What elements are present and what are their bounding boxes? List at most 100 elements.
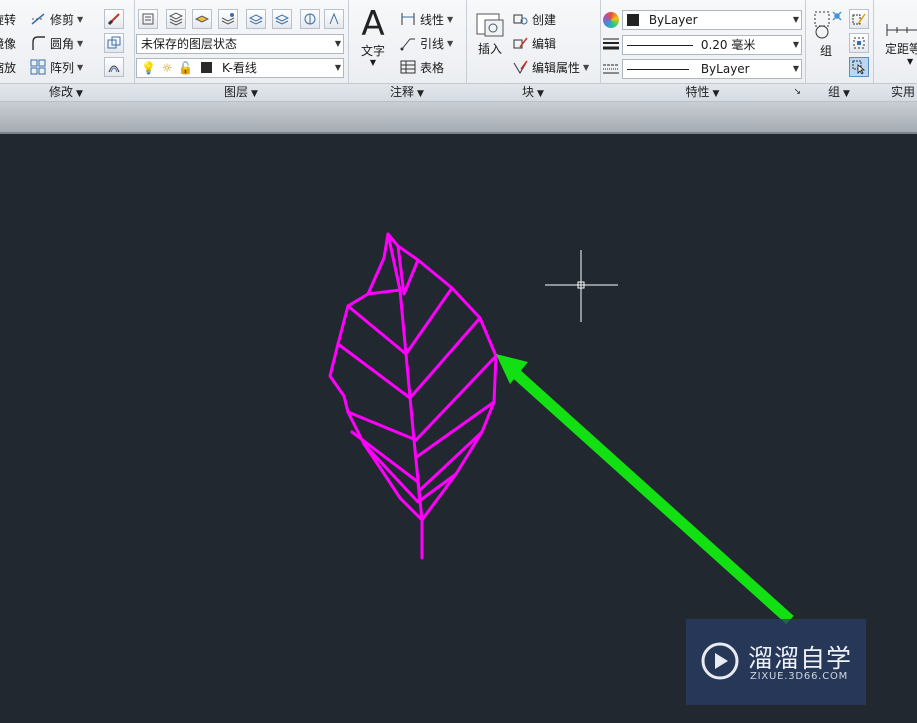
arrow-annotation (496, 354, 794, 625)
annotation-title-label: 注释 (390, 85, 415, 99)
watermark-url: ZIXUE.3D66.COM (750, 671, 849, 682)
watermark-brand: 溜溜自学 (748, 644, 853, 673)
file-tab-strip (0, 102, 917, 134)
offset-icon[interactable] (104, 57, 124, 77)
play-logo-icon (700, 641, 740, 681)
color-value: ByLayer (648, 13, 698, 27)
layer-state-combo[interactable]: 未保存的图层状态 ▼ (136, 34, 344, 54)
layer-off-icon[interactable] (272, 9, 292, 29)
panel-groups-title[interactable]: 组 ▼ (805, 83, 873, 101)
linetype-combo[interactable]: ByLayer ▼ (622, 59, 802, 79)
lightbulb-icon: 💡 (141, 61, 156, 75)
panel-properties-title[interactable]: 特性 ▼ ↘ (600, 83, 805, 101)
edit-label: 编辑 (532, 36, 557, 51)
layer-isolate-icon[interactable] (192, 9, 212, 29)
current-layer-combo[interactable]: 💡 ☼ 🔓 K-看线 ▼ (136, 58, 344, 78)
rotate-label: 旋转 (0, 12, 17, 27)
measure-button[interactable]: 定距等 ▼ (885, 10, 917, 66)
leaf-vein-4 (404, 286, 454, 356)
panel-properties: ByLayer ▼ 0.20 毫米 ▼ ByLayer ▼ 特性 ▼ ↘ (600, 0, 806, 101)
ungroup-icon[interactable] (849, 33, 869, 53)
group-selection-icon[interactable] (849, 57, 869, 77)
edit-attributes-button[interactable]: 编辑属性 ▼ (512, 57, 589, 77)
measure-dropdown-icon: ▼ (907, 57, 914, 66)
utilities-title-label: 实用 (891, 85, 916, 99)
leader-dropdown-icon[interactable]: ▼ (447, 39, 453, 48)
edit-attributes-label: 编辑属性 (532, 60, 581, 75)
panel-layers-title[interactable]: 图层 ▼ (134, 83, 348, 101)
text-dropdown-icon: ▼ (369, 58, 377, 67)
layer-freeze-icon[interactable] (246, 9, 266, 29)
edit-attributes-dropdown-icon[interactable]: ▼ (583, 63, 589, 72)
layer-state-value: 未保存的图层状态 (141, 37, 238, 51)
array-button[interactable]: 阵列 ▼ (30, 57, 83, 77)
lineweight-icon (603, 37, 619, 51)
panel-block: 插入 创建 编辑 编辑属性 ▼ 块 ▼ (466, 0, 601, 101)
panel-utilities: 定距等 ▼ 实用 (873, 0, 917, 101)
panel-utilities-title[interactable]: 实用 (873, 83, 917, 101)
text-label: 文字 (360, 44, 385, 58)
lineweight-value: 0.20 毫米 (700, 38, 756, 52)
layer-state-dropdown-icon: ▼ (334, 39, 341, 48)
lock-open-icon: 🔓 (178, 61, 194, 75)
panel-block-title[interactable]: 块 ▼ (466, 83, 600, 101)
panel-modify: 旋转 镜像 缩放 修剪▼ 圆角▼ 阵列▼ 修改▼ (0, 0, 135, 101)
copy-objects-icon[interactable] (104, 33, 124, 53)
mirror-button[interactable]: 镜像 (0, 33, 16, 53)
scale-button[interactable]: 缩放 (0, 57, 16, 77)
erase-brush-icon[interactable] (104, 9, 124, 29)
mirror-label: 镜像 (0, 36, 17, 51)
modify-title-label: 修改 (49, 85, 74, 99)
lineweight-combo[interactable]: 0.20 毫米 ▼ (622, 35, 802, 55)
panel-layers: 未保存的图层状态 ▼ 💡 ☼ 🔓 K-看线 ▼ 图层 ▼ (134, 0, 349, 101)
linear-label: 线性 (420, 12, 445, 27)
color-swatch (627, 14, 639, 26)
leaf-vein-6 (336, 342, 412, 400)
leaf-drawing[interactable] (328, 232, 498, 560)
group-edit-icon[interactable] (849, 9, 869, 29)
group-label: 组 (819, 44, 832, 58)
leader-icon (400, 35, 416, 51)
insert-button[interactable]: 插入 (470, 8, 510, 57)
create-block-icon (512, 11, 528, 27)
table-button[interactable]: 表格 (400, 57, 444, 77)
linear-dimension-button[interactable]: 线性 ▼ (400, 9, 453, 29)
edit-block-button[interactable]: 编辑 (512, 33, 556, 53)
layer-properties-icon[interactable] (138, 9, 158, 29)
table-icon (400, 59, 416, 75)
color-combo[interactable]: ByLayer ▼ (622, 10, 802, 30)
leaf-vein-2 (346, 304, 408, 356)
trim-label: 修剪 (50, 12, 75, 27)
rotate-button[interactable]: 旋转 (0, 9, 16, 29)
measure-ruler-icon (885, 10, 917, 40)
text-button[interactable]: A 文字 ▼ (356, 6, 390, 67)
panel-annotation-title[interactable]: 注释 ▼ (348, 83, 466, 101)
scale-label: 缩放 (0, 60, 17, 75)
array-icon (30, 59, 46, 75)
fillet-dropdown-icon[interactable]: ▼ (77, 39, 83, 48)
trim-dropdown-icon[interactable]: ▼ (77, 15, 83, 24)
array-dropdown-icon[interactable]: ▼ (77, 63, 83, 72)
group-icon (809, 8, 843, 42)
layer-lock-icon[interactable] (300, 9, 320, 29)
layer-states-icon[interactable] (166, 9, 186, 29)
trim-button[interactable]: 修剪 ▼ (30, 9, 83, 29)
leader-button[interactable]: 引线 ▼ (400, 33, 453, 53)
layer-unlock-icon[interactable] (324, 9, 344, 29)
groups-title-label: 组 (828, 85, 841, 99)
leaf-vein-1 (366, 288, 402, 296)
properties-launcher-icon[interactable]: ↘ (793, 84, 801, 101)
ribbon: 旋转 镜像 缩放 修剪▼ 圆角▼ 阵列▼ 修改▼ 未保存的图层状态▼ (0, 0, 917, 102)
color-dropdown-icon: ▼ (792, 15, 799, 24)
fillet-button[interactable]: 圆角 ▼ (30, 33, 83, 53)
linear-dropdown-icon[interactable]: ▼ (447, 15, 453, 24)
group-button[interactable]: 组 (809, 8, 843, 59)
layers-title-label: 图层 (224, 85, 249, 99)
insert-block-icon (470, 8, 510, 40)
create-block-button[interactable]: 创建 (512, 9, 556, 29)
layer-match-icon[interactable] (218, 9, 238, 29)
panel-modify-title[interactable]: 修改 ▼ (0, 83, 134, 101)
current-layer-value: K-看线 (221, 61, 257, 75)
color-wheel-icon[interactable] (603, 12, 619, 28)
sun-icon: ☼ (161, 61, 173, 75)
